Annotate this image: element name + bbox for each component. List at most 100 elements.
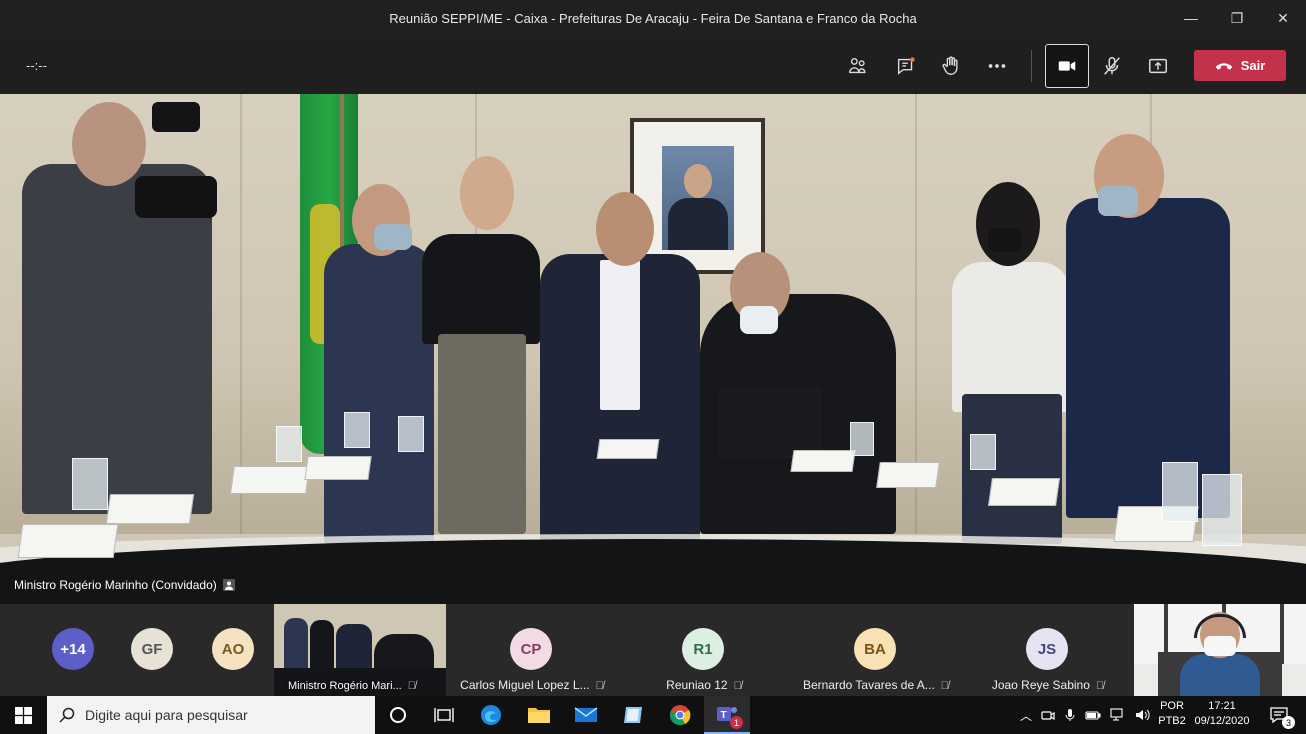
speaker-name: Ministro Rogério Marinho (Convidado) [14, 578, 217, 592]
camera-toggle-button[interactable] [1045, 44, 1089, 88]
window-title: Reunião SEPPI/ME - Caixa - Prefeituras D… [389, 10, 917, 26]
figure-shirt [600, 260, 640, 410]
participant-strip: +14 GF AO Ministro Rogério Mari... 🎙̸ CP … [0, 604, 1306, 696]
windows-taskbar: Digite aqui para pesquisar T 1 ︿ POR PTB… [0, 696, 1306, 734]
water-glass [1162, 462, 1198, 522]
overflow-participants-button[interactable]: +14 [52, 628, 94, 670]
task-view-icon [434, 708, 454, 722]
svg-text:T: T [721, 710, 727, 721]
mail-app-button[interactable] [563, 696, 609, 734]
portrait-image [662, 146, 734, 250]
close-button[interactable]: ✕ [1260, 0, 1306, 36]
show-hidden-icons-button[interactable]: ︿ [1020, 707, 1032, 724]
guest-badge-icon [222, 579, 235, 591]
more-actions-button[interactable] [975, 44, 1019, 88]
participant-name: Carlos Miguel Lopez L... 🎙̸ [460, 678, 604, 692]
water-glass [1202, 474, 1242, 546]
notes-app-icon [624, 707, 642, 723]
video-camera-shape [135, 176, 217, 218]
windows-logo-icon [14, 706, 32, 724]
name-placard [790, 450, 856, 472]
participant-tile-js[interactable]: JS Joao Reye Sabino 🎙̸ [962, 604, 1134, 696]
participant-name: Reuniao 12 🎙̸ [666, 678, 742, 692]
battery-icon[interactable] [1085, 709, 1101, 721]
water-glass [344, 412, 370, 448]
title-bar: Reunião SEPPI/ME - Caixa - Prefeituras D… [0, 0, 1306, 36]
keyboard-layout: PTB2 [1158, 715, 1186, 727]
name-placard [304, 456, 372, 480]
camera-flash-shape [152, 102, 200, 132]
participant-avatar-ba: BA [854, 628, 896, 670]
start-button[interactable] [0, 696, 46, 734]
name-placard [876, 462, 940, 488]
mic-off-icon: 🎙̸ [940, 680, 950, 692]
task-view-button[interactable] [421, 696, 467, 734]
participant-tile-ba[interactable]: BA Bernardo Tavares de A... 🎙̸ [790, 604, 962, 696]
taskbar-search-box[interactable]: Digite aqui para pesquisar [47, 696, 375, 734]
mic-off-icon: 🎙̸ [407, 680, 416, 692]
action-center-button[interactable]: 3 [1256, 696, 1302, 734]
figure-hair [976, 182, 1040, 266]
name-placard [105, 494, 195, 524]
taskbar-clock[interactable]: 17:21 09/12/2020 [1190, 699, 1254, 729]
participant-video-tile[interactable]: Ministro Rogério Mari... 🎙̸ [274, 604, 446, 696]
participant-tile-cp[interactable]: CP Carlos Miguel Lopez L... 🎙̸ [446, 604, 618, 696]
framed-portrait [630, 118, 765, 274]
edge-browser-icon [481, 705, 501, 725]
share-screen-button[interactable] [1136, 44, 1180, 88]
network-icon[interactable] [1110, 708, 1126, 722]
edge-app-button[interactable] [468, 696, 514, 734]
mic-off-icon: 🎙̸ [595, 680, 604, 692]
participant-tile-r1[interactable]: R1 Reuniao 12 🎙̸ [618, 604, 790, 696]
share-tray-icon [1149, 58, 1167, 74]
chrome-app-button[interactable] [657, 696, 703, 734]
notes-app-button[interactable] [610, 696, 656, 734]
language-indicator[interactable]: POR PTB2 [1156, 699, 1188, 729]
name-placard [230, 466, 310, 494]
teams-notification-badge: 1 [730, 716, 743, 729]
chrome-browser-icon [670, 705, 691, 726]
figure-top [422, 234, 540, 344]
file-explorer-button[interactable] [516, 696, 562, 734]
video-tile-name: Ministro Rogério Mari... 🎙̸ [288, 680, 416, 692]
self-figure-mask [1204, 636, 1236, 656]
teams-app-button[interactable]: T 1 [704, 696, 750, 734]
raise-hand-button[interactable] [929, 44, 973, 88]
hand-icon [942, 56, 958, 75]
microphone-tray-icon[interactable] [1064, 708, 1076, 722]
name-placard [17, 524, 119, 558]
water-glass [850, 422, 874, 456]
name-placard [988, 478, 1060, 506]
water-glass [398, 416, 424, 452]
participant-avatar-gf[interactable]: GF [131, 628, 173, 670]
figure-head [596, 192, 654, 266]
chat-button[interactable] [884, 44, 928, 88]
figure-mask [374, 224, 412, 250]
figure-top [952, 262, 1070, 412]
figure-head [460, 156, 514, 230]
cortana-button[interactable] [375, 696, 421, 734]
leave-button[interactable]: Sair [1194, 50, 1286, 81]
meeting-timer: --:-- [26, 58, 47, 73]
participant-avatar-ao[interactable]: AO [212, 628, 254, 670]
notification-count-badge: 3 [1282, 716, 1295, 729]
main-video-feed[interactable]: Ministro Rogério Marinho (Convidado) [0, 94, 1306, 604]
clock-time: 17:21 [1208, 700, 1236, 712]
mic-toggle-button[interactable] [1090, 44, 1134, 88]
laptop-shape [718, 386, 822, 458]
water-glass [72, 458, 108, 510]
camera-icon [1058, 61, 1076, 71]
people-icon [849, 57, 866, 74]
active-speaker-label: Ministro Rogério Marinho (Convidado) [8, 574, 241, 596]
figure-head [72, 102, 146, 186]
participants-button[interactable] [836, 44, 880, 88]
mail-icon [574, 707, 598, 722]
self-video-preview[interactable] [1134, 604, 1306, 696]
volume-icon[interactable] [1135, 708, 1151, 722]
maximize-button[interactable]: ❐ [1214, 0, 1260, 36]
figure-mask [1098, 186, 1138, 216]
chat-icon [897, 57, 915, 75]
minimize-button[interactable]: — [1168, 0, 1214, 36]
figure-body [324, 244, 434, 544]
meet-now-icon[interactable] [1041, 708, 1055, 722]
